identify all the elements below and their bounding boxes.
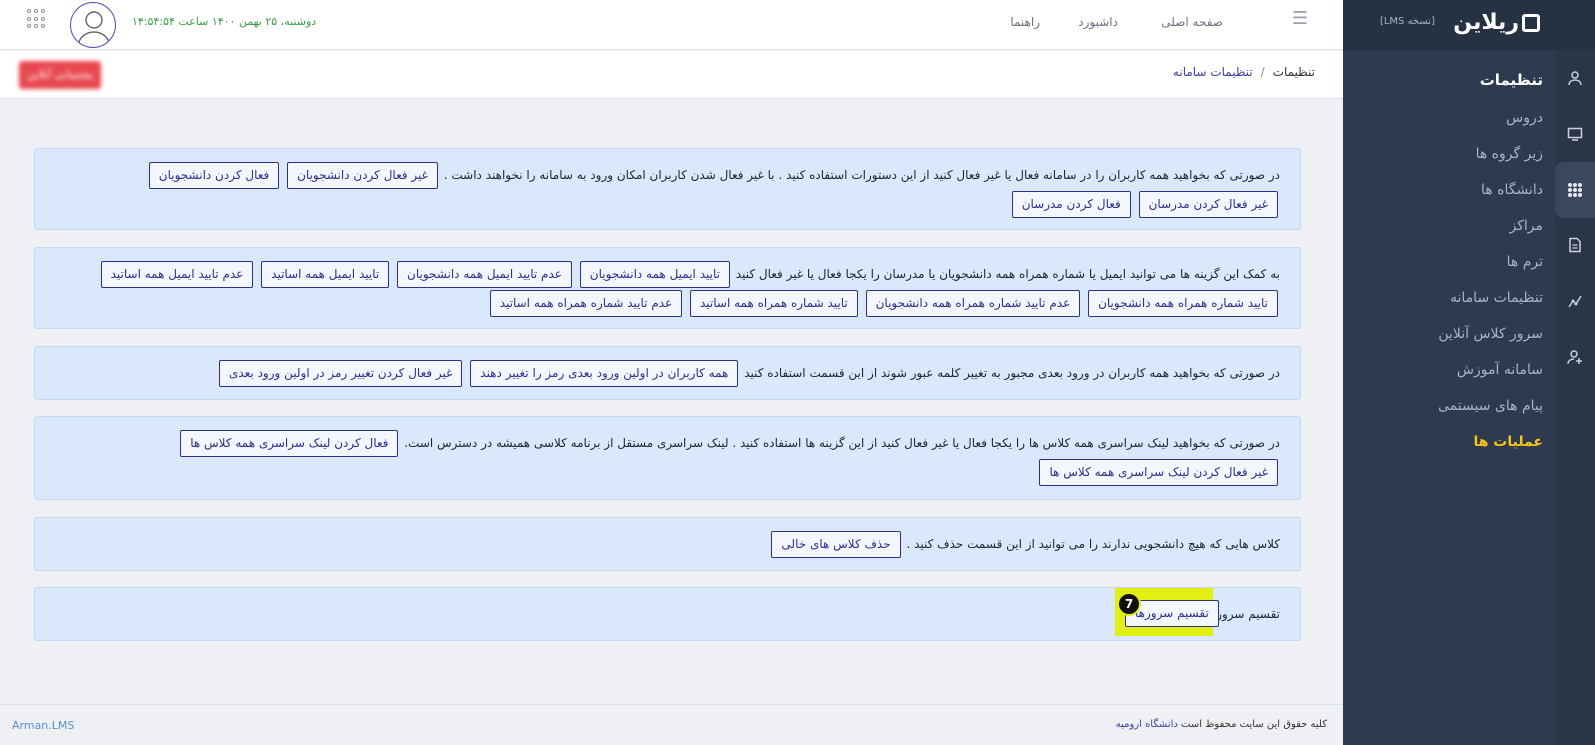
grid-icon[interactable]	[1555, 162, 1595, 218]
breadcrumb: تنظیمات / تنظیمات سامانه	[1173, 65, 1315, 79]
unverify-email-students-button[interactable]: عدم تایید ایمیل همه دانشجویان	[397, 261, 572, 288]
nav-dashboard[interactable]: داشبورد	[1078, 15, 1118, 29]
activate-teachers-button[interactable]: فعال کردن مدرسان	[1011, 191, 1131, 218]
icon-rail	[1555, 50, 1595, 745]
apps-grid-icon[interactable]	[27, 9, 47, 29]
panel-global-class-link: در صورتی که بخواهید لینک سراسری همه کلاس…	[34, 416, 1301, 500]
disable-force-password-change-button[interactable]: غیر فعال کردن تغییر رمز در اولین ورود بع…	[218, 360, 463, 387]
step-badge: 7	[1117, 592, 1141, 616]
sidebar-item-operations[interactable]: عملیات ها	[1353, 424, 1543, 460]
panel-divide-servers: تقسیم سرورها	[34, 587, 1301, 641]
sidebar-item-subgroups[interactable]: زیر گروه ها	[1353, 136, 1543, 172]
enable-global-link-button[interactable]: فعال کردن لینک سراسری همه کلاس ها	[180, 430, 399, 457]
sidebar-item-online-class-server[interactable]: سرور کلاس آنلاین	[1353, 316, 1543, 352]
version-label: [نسخه LMS]	[1379, 16, 1435, 27]
verify-phone-students-button[interactable]: تایید شماره همراه همه دانشجویان	[1088, 290, 1278, 317]
delete-empty-classes-button[interactable]: حذف کلاس های خالی	[771, 531, 901, 558]
panel-text: به کمک این گزینه ها می توانید ایمیل یا ش…	[735, 267, 1280, 281]
deactivate-teachers-button[interactable]: غیر فعال کردن مدرسان	[1138, 191, 1278, 218]
panel-text: کلاس هایی که هیچ دانشجویی ندارند را می ت…	[906, 537, 1280, 551]
activate-students-button[interactable]: فعال کردن دانشجویان	[148, 162, 280, 189]
breadcrumb-separator: /	[1260, 65, 1265, 79]
nav-home[interactable]: صفحه اصلی	[1161, 15, 1223, 29]
sidebar-title: تنظیمات	[1479, 71, 1543, 89]
verify-phone-teachers-button[interactable]: تایید شماره همراه همه اساتید	[690, 290, 858, 317]
date-time: دوشنبه، ۲۵ بهمن ۱۴۰۰ ساعت ۱۴:۵۴:۵۴	[132, 15, 317, 28]
breadcrumb-root[interactable]: تنظیمات	[1273, 65, 1315, 79]
panel-email-phone-verification: به کمک این گزینه ها می توانید ایمیل یا ش…	[34, 247, 1301, 329]
hamburger-menu-icon[interactable]: ☰	[1292, 8, 1308, 29]
copyright-label: کلیه حقوق این سایت محفوظ است	[1181, 719, 1327, 730]
sidebar-item-courses[interactable]: دروس	[1353, 100, 1543, 136]
panel-delete-empty-classes: کلاس هایی که هیچ دانشجویی ندارند را می ت…	[34, 517, 1301, 571]
document-icon[interactable]	[1567, 237, 1583, 253]
users-icon[interactable]	[1567, 70, 1583, 86]
sidebar-menu: تنظیمات دروس زیر گروه ها دانشگاه ها مراک…	[1353, 60, 1543, 460]
brand-header: ریلاین [نسخه LMS]	[1343, 0, 1595, 50]
panel-force-password-change: در صورتی که بخواهید همه کاربران در ورود …	[34, 346, 1301, 400]
top-header: ☰ صفحه اصلی داشبورد راهنما دوشنبه، ۲۵ به…	[0, 0, 1343, 50]
sidebar-item-universities[interactable]: دانشگاه ها	[1353, 172, 1543, 208]
panel-text: در صورتی که بخواهید همه کاربران را در سا…	[443, 168, 1280, 182]
add-user-icon[interactable]	[1567, 349, 1583, 365]
force-password-change-button[interactable]: همه کاربران در اولین ورود بعدی رمز را تغ…	[470, 360, 739, 387]
panel-text: در صورتی که بخواهید لینک سراسری همه کلاس…	[404, 436, 1280, 450]
unverify-email-teachers-button[interactable]: عدم تایید ایمیل همه اساتید	[100, 261, 254, 288]
verify-email-teachers-button[interactable]: تایید ایمیل همه اساتید	[261, 261, 390, 288]
panel-user-activation: در صورتی که بخواهید همه کاربران را در سا…	[34, 148, 1301, 230]
sidebar-item-system-messages[interactable]: پیام های سیستمی	[1353, 388, 1543, 424]
sidebar-item-terms[interactable]: ترم ها	[1353, 244, 1543, 280]
verify-email-students-button[interactable]: تایید ایمیل همه دانشجویان	[579, 261, 730, 288]
footer-brand[interactable]: Arman.LMS	[12, 719, 74, 732]
logo-text: ریلاین	[1453, 10, 1519, 35]
deactivate-students-button[interactable]: غیر فعال کردن دانشجویان	[287, 162, 438, 189]
avatar[interactable]	[70, 2, 116, 48]
brand-logo[interactable]: ریلاین	[1453, 10, 1540, 35]
sidebar-item-system-settings[interactable]: تنظیمات سامانه	[1353, 280, 1543, 316]
monitor-icon[interactable]	[1567, 126, 1583, 142]
panel-text: در صورتی که بخواهید همه کاربران در ورود …	[744, 366, 1280, 380]
sidebar: ریلاین [نسخه LMS] تنظیمات دروس زیر گروه …	[1343, 0, 1595, 745]
sub-header: تنظیمات / تنظیمات سامانه پشتیبانی آنلاین	[0, 51, 1343, 99]
disable-global-link-button[interactable]: غیر فعال کردن لینک سراسری همه کلاس ها	[1039, 459, 1278, 486]
breadcrumb-current[interactable]: تنظیمات سامانه	[1173, 65, 1253, 79]
unverify-phone-teachers-button[interactable]: عدم تایید شماره همراه همه اساتید	[489, 290, 683, 317]
unverify-phone-students-button[interactable]: عدم تایید شماره همراه همه دانشجویان	[865, 290, 1081, 317]
footer: کلیه حقوق این سایت محفوظ است دانشگاه ارو…	[0, 704, 1343, 745]
logo-mark-icon	[1522, 14, 1540, 32]
chart-icon[interactable]	[1567, 293, 1583, 309]
copyright-text: کلیه حقوق این سایت محفوظ است دانشگاه ارو…	[1116, 719, 1327, 730]
sidebar-item-education-system[interactable]: سامانه آموزش	[1353, 352, 1543, 388]
sidebar-item-centers[interactable]: مراکز	[1353, 208, 1543, 244]
org-link[interactable]: دانشگاه ارومیه	[1116, 719, 1178, 730]
nav-help[interactable]: راهنما	[1010, 15, 1040, 29]
online-support-button[interactable]: پشتیبانی آنلاین	[19, 61, 101, 89]
